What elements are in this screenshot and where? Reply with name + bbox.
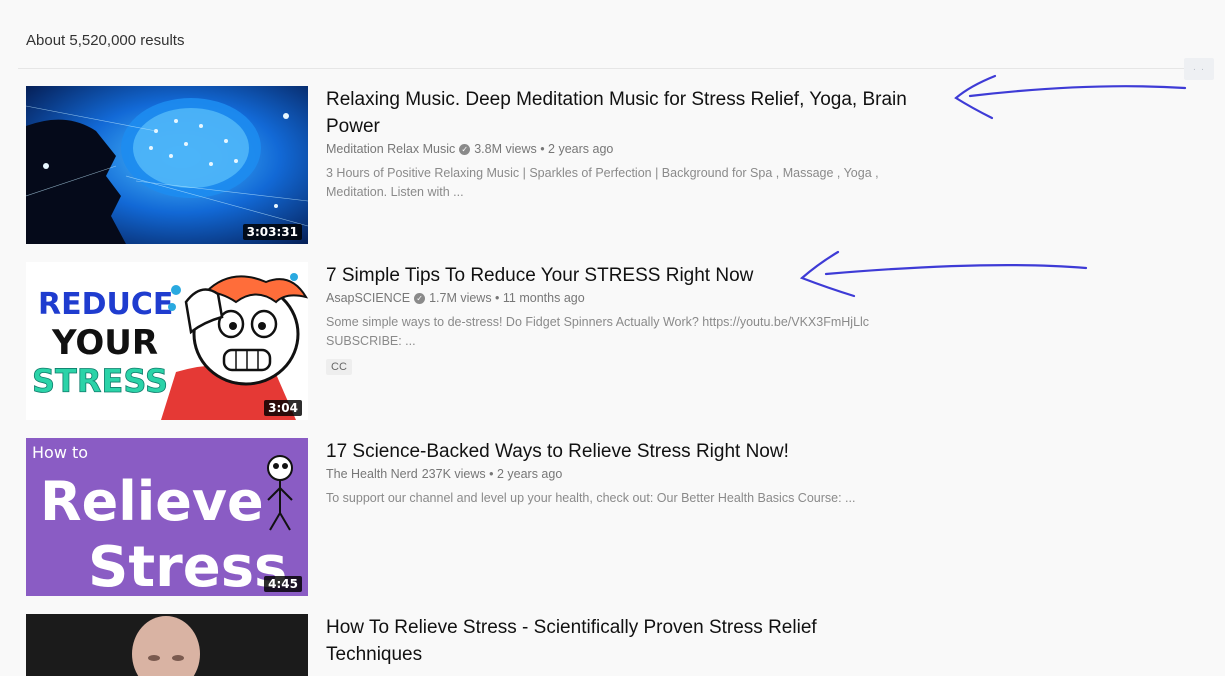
annotation-arrow-2 bbox=[799, 250, 1088, 298]
verified-check-icon: ✓ bbox=[459, 143, 471, 155]
verified-check-icon: ✓ bbox=[414, 292, 426, 304]
description-line: Meditation. Listen with ... bbox=[326, 185, 464, 199]
video-title-line: Techniques bbox=[326, 644, 423, 665]
video-thumbnail-1[interactable]: 3:03:31 bbox=[26, 86, 308, 244]
person-thumbnail-image bbox=[26, 614, 308, 676]
video-description-2: Some simple ways to de-stress! Do Fidget… bbox=[326, 313, 986, 351]
thumb-text-stress: Stress bbox=[88, 535, 287, 596]
video-stats: 237K views • 2 years ago bbox=[421, 467, 563, 481]
cc-badge: CC bbox=[326, 359, 352, 375]
description-line: To support our channel and level up your… bbox=[326, 491, 856, 505]
video-title-3[interactable]: 17 Science-Backed Ways to Relieve Stress… bbox=[326, 438, 1006, 465]
relieve-stress-thumbnail-image: How to Relieve Stress bbox=[26, 438, 308, 596]
video-duration: 3:03:31 bbox=[242, 224, 302, 240]
thumb-text-how-to: How to bbox=[32, 443, 88, 462]
annotation-arrow-1 bbox=[954, 74, 1187, 120]
video-meta-1: Relaxing Music. Deep Meditation Music fo… bbox=[326, 86, 1006, 202]
video-duration: 4:45 bbox=[264, 576, 302, 592]
thumb-text-your: YOUR bbox=[51, 323, 158, 363]
video-meta-4: How To Relieve Stress - Scientifically P… bbox=[326, 614, 1006, 668]
video-thumbnail-3[interactable]: How to Relieve Stress 4:45 bbox=[26, 438, 308, 596]
thumb-text-relieve: Relieve bbox=[40, 470, 264, 533]
video-title-4[interactable]: How To Relieve Stress - Scientifically P… bbox=[326, 614, 1006, 668]
video-duration: 3:04 bbox=[264, 400, 302, 416]
video-thumbnail-2[interactable]: REDUCE YOUR STRESS 3:04 bbox=[26, 262, 308, 420]
description-line: SUBSCRIBE: ... bbox=[326, 334, 416, 348]
video-byline-3: The Health Nerd 237K views • 2 years ago bbox=[326, 467, 1006, 481]
video-title-line: How To Relieve Stress - Scientifically P… bbox=[326, 617, 817, 638]
video-thumbnail-4[interactable] bbox=[26, 614, 308, 676]
video-stats: 3.8M views • 2 years ago bbox=[474, 142, 614, 156]
video-stats: 1.7M views • 11 months ago bbox=[429, 291, 585, 305]
video-byline-1: Meditation Relax Music ✓ 3.8M views • 2 … bbox=[326, 142, 1006, 156]
video-title-1[interactable]: Relaxing Music. Deep Meditation Music fo… bbox=[326, 86, 1006, 140]
video-meta-3: 17 Science-Backed Ways to Relieve Stress… bbox=[326, 438, 1006, 508]
results-count: About 5,520,000 results bbox=[26, 32, 185, 49]
video-title-line: Power bbox=[326, 116, 380, 137]
description-line: Some simple ways to de-stress! Do Fidget… bbox=[326, 315, 870, 329]
thumb-text-reduce: REDUCE bbox=[38, 287, 173, 322]
thumb-text-stress: STRESS bbox=[32, 362, 168, 400]
channel-name[interactable]: AsapSCIENCE bbox=[326, 291, 410, 305]
description-line: 3 Hours of Positive Relaxing Music | Spa… bbox=[326, 166, 879, 180]
stress-cartoon-thumbnail-image: REDUCE YOUR STRESS bbox=[26, 262, 308, 420]
search-results-page: About 5,520,000 results · · 3:03:31 Rela… bbox=[0, 0, 1225, 676]
brain-thumbnail-image bbox=[26, 86, 308, 244]
video-description-1: 3 Hours of Positive Relaxing Music | Spa… bbox=[326, 164, 986, 202]
channel-name[interactable]: Meditation Relax Music bbox=[326, 142, 455, 156]
video-description-3: To support our channel and level up your… bbox=[326, 489, 986, 508]
video-title-line: Relaxing Music. Deep Meditation Music fo… bbox=[326, 89, 907, 110]
channel-name[interactable]: The Health Nerd bbox=[326, 467, 418, 481]
